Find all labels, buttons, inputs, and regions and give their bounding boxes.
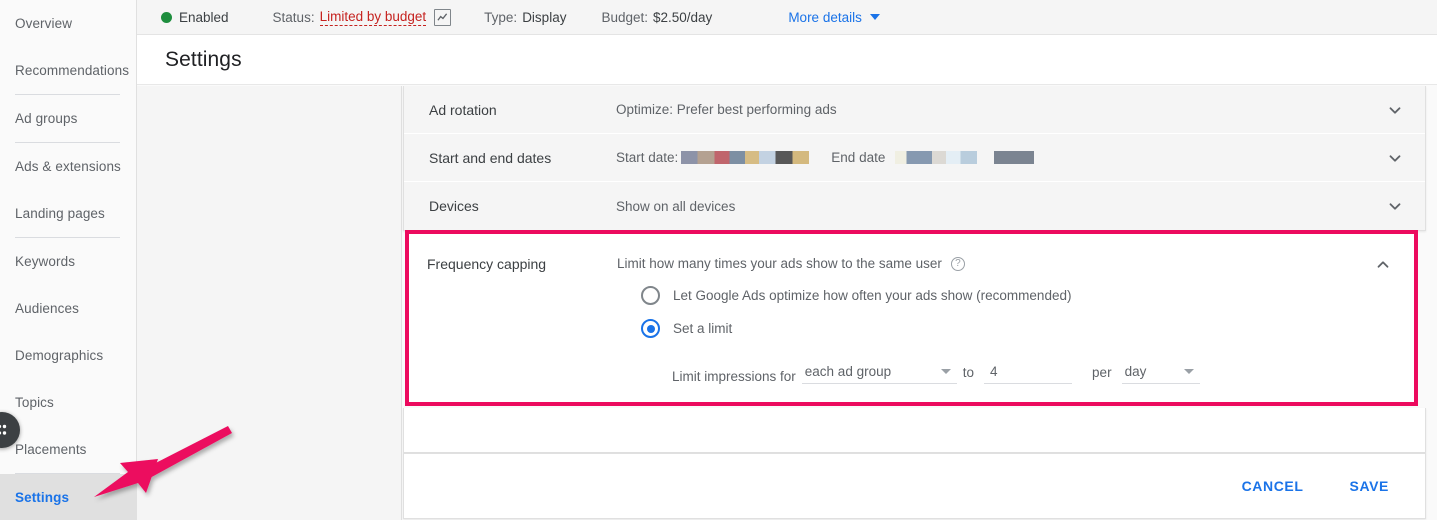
sidebar-item-placements[interactable]: Placements <box>0 426 136 473</box>
sidebar-item-topics[interactable]: Topics <box>0 379 136 426</box>
status-value-limited-by-budget[interactable]: Limited by budget <box>319 9 427 26</box>
sidebar-item-label: Overview <box>15 16 73 31</box>
sidebar-item-label: Audiences <box>15 301 79 316</box>
help-icon[interactable]: ? <box>950 256 965 271</box>
frequency-limit-controls: Limit impressions for each ad group to 4… <box>672 359 1414 384</box>
type-value: Display <box>522 9 567 25</box>
settings-left-filler-panel <box>137 86 402 520</box>
frequency-capping-highlight-box: Frequency capping Limit how many times y… <box>405 230 1418 406</box>
sidebar-item-label: Topics <box>15 395 54 410</box>
row-value: Show on all devices <box>616 198 736 214</box>
limit-to-label: to <box>962 365 975 380</box>
budget-label: Budget: <box>601 9 648 25</box>
chevron-down-icon <box>1183 369 1194 374</box>
sidebar-item-overview[interactable]: Overview <box>0 0 136 47</box>
sidebar-item-ad-groups[interactable]: Ad groups <box>0 95 136 142</box>
limit-prefix-label: Limit impressions for <box>672 369 796 384</box>
row-label: Ad rotation <box>429 101 497 118</box>
settings-row-ad-rotation[interactable]: Ad rotation Optimize: Prefer best perfor… <box>404 86 1425 134</box>
chevron-down-icon[interactable] <box>1365 197 1425 215</box>
chart-icon[interactable] <box>434 8 452 26</box>
chevron-down-icon <box>869 14 880 20</box>
settings-rows-card: Ad rotation Optimize: Prefer best perfor… <box>403 86 1426 231</box>
radio-set-a-limit[interactable] <box>641 319 660 338</box>
sidebar-item-label: Demographics <box>15 348 104 363</box>
frequency-capping-title: Frequency capping <box>427 256 547 272</box>
settings-row-devices[interactable]: Devices Show on all devices <box>404 182 1425 230</box>
chevron-up-icon[interactable] <box>1374 256 1392 279</box>
start-date-redacted-value <box>681 151 810 164</box>
chevron-down-icon[interactable] <box>1365 149 1425 167</box>
campaign-state-label: Enabled <box>179 9 229 25</box>
chevron-down-icon[interactable] <box>1365 101 1425 119</box>
frequency-option-set-limit[interactable]: Set a limit <box>641 319 1414 338</box>
sidebar-item-keywords[interactable]: Keywords <box>0 238 136 285</box>
chevron-down-icon <box>940 369 951 374</box>
settings-row-start-end-dates[interactable]: Start and end dates Start date: End date <box>404 134 1425 182</box>
sidebar-item-demographics[interactable]: Demographics <box>0 332 136 379</box>
frequency-capping-description-wrap: Limit how many times your ads show to th… <box>617 256 965 271</box>
radio-set-a-limit-label: Set a limit <box>673 321 733 336</box>
limit-scope-select[interactable]: each ad group <box>801 359 957 384</box>
sidebar-item-label: Ads & extensions <box>15 159 121 174</box>
settings-footer-actions: CANCEL SAVE <box>403 453 1426 519</box>
frequency-capping-header: Frequency capping Limit how many times y… <box>409 256 1414 272</box>
limit-period-select[interactable]: day <box>1121 359 1200 384</box>
sidebar-item-ads-extensions[interactable]: Ads & extensions <box>0 143 136 190</box>
sidebar-item-label: Placements <box>15 442 87 457</box>
radio-auto-optimize-label: Let Google Ads optimize how often your a… <box>673 288 1072 303</box>
end-date-redacted-value-1 <box>895 151 978 164</box>
end-date-redacted-value-2 <box>994 151 1035 164</box>
limit-count-value: 4 <box>990 363 998 379</box>
sidebar-item-label: Recommendations <box>15 63 130 78</box>
left-navigation-sidebar: Overview Recommendations Ad groups Ads &… <box>0 0 137 520</box>
end-date-label: End date <box>831 150 886 165</box>
frequency-capping-description: Limit how many times your ads show to th… <box>617 256 942 271</box>
sidebar-item-recommendations[interactable]: Recommendations <box>0 47 136 94</box>
budget-value[interactable]: $2.50/day <box>653 10 712 25</box>
frequency-capping-section: Frequency capping Limit how many times y… <box>409 234 1414 402</box>
status-dot-icon <box>161 11 172 23</box>
frequency-option-auto[interactable]: Let Google Ads optimize how often your a… <box>641 286 1414 305</box>
settings-lower-blank-card <box>403 408 1426 453</box>
campaign-status-bar: Enabled Status: Limited by budget Type: … <box>137 0 1437 35</box>
row-label: Start and end dates <box>429 149 552 166</box>
row-value: Optimize: Prefer best performing ads <box>616 102 837 117</box>
google-ads-settings-screen: Overview Recommendations Ad groups Ads &… <box>0 0 1437 520</box>
campaign-budget: Budget: $2.50/day <box>601 10 712 25</box>
status-label: Status: <box>272 9 315 25</box>
radio-auto-optimize[interactable] <box>641 286 660 305</box>
sidebar-item-audiences[interactable]: Audiences <box>0 285 136 332</box>
sidebar-item-label: Settings <box>15 490 70 505</box>
limit-count-input[interactable]: 4 <box>984 359 1073 384</box>
limit-period-value: day <box>1124 363 1147 379</box>
save-button[interactable]: SAVE <box>1336 469 1404 503</box>
sidebar-item-label: Landing pages <box>15 206 105 221</box>
sidebar-item-landing-pages[interactable]: Landing pages <box>0 190 136 237</box>
limit-scope-value: each ad group <box>804 363 892 379</box>
type-label: Type: <box>484 9 518 25</box>
campaign-state: Enabled <box>161 10 229 25</box>
page-title: Settings <box>165 47 242 71</box>
cancel-button[interactable]: CANCEL <box>1228 469 1318 503</box>
more-details-button[interactable]: More details <box>788 10 880 25</box>
more-details-label: More details <box>788 9 862 25</box>
campaign-type: Type: Display <box>484 10 566 25</box>
limit-per-label: per <box>1092 365 1112 380</box>
sidebar-item-label: Keywords <box>15 254 76 269</box>
page-title-bar: Settings <box>137 35 1437 85</box>
start-date-label: Start date: <box>616 150 679 165</box>
sidebar-item-label: Ad groups <box>15 111 78 126</box>
row-value: Start date: End date <box>616 150 1365 165</box>
campaign-status: Status: Limited by budget <box>272 8 452 26</box>
row-label: Devices <box>429 198 479 214</box>
sidebar-item-settings[interactable]: Settings <box>0 474 136 520</box>
